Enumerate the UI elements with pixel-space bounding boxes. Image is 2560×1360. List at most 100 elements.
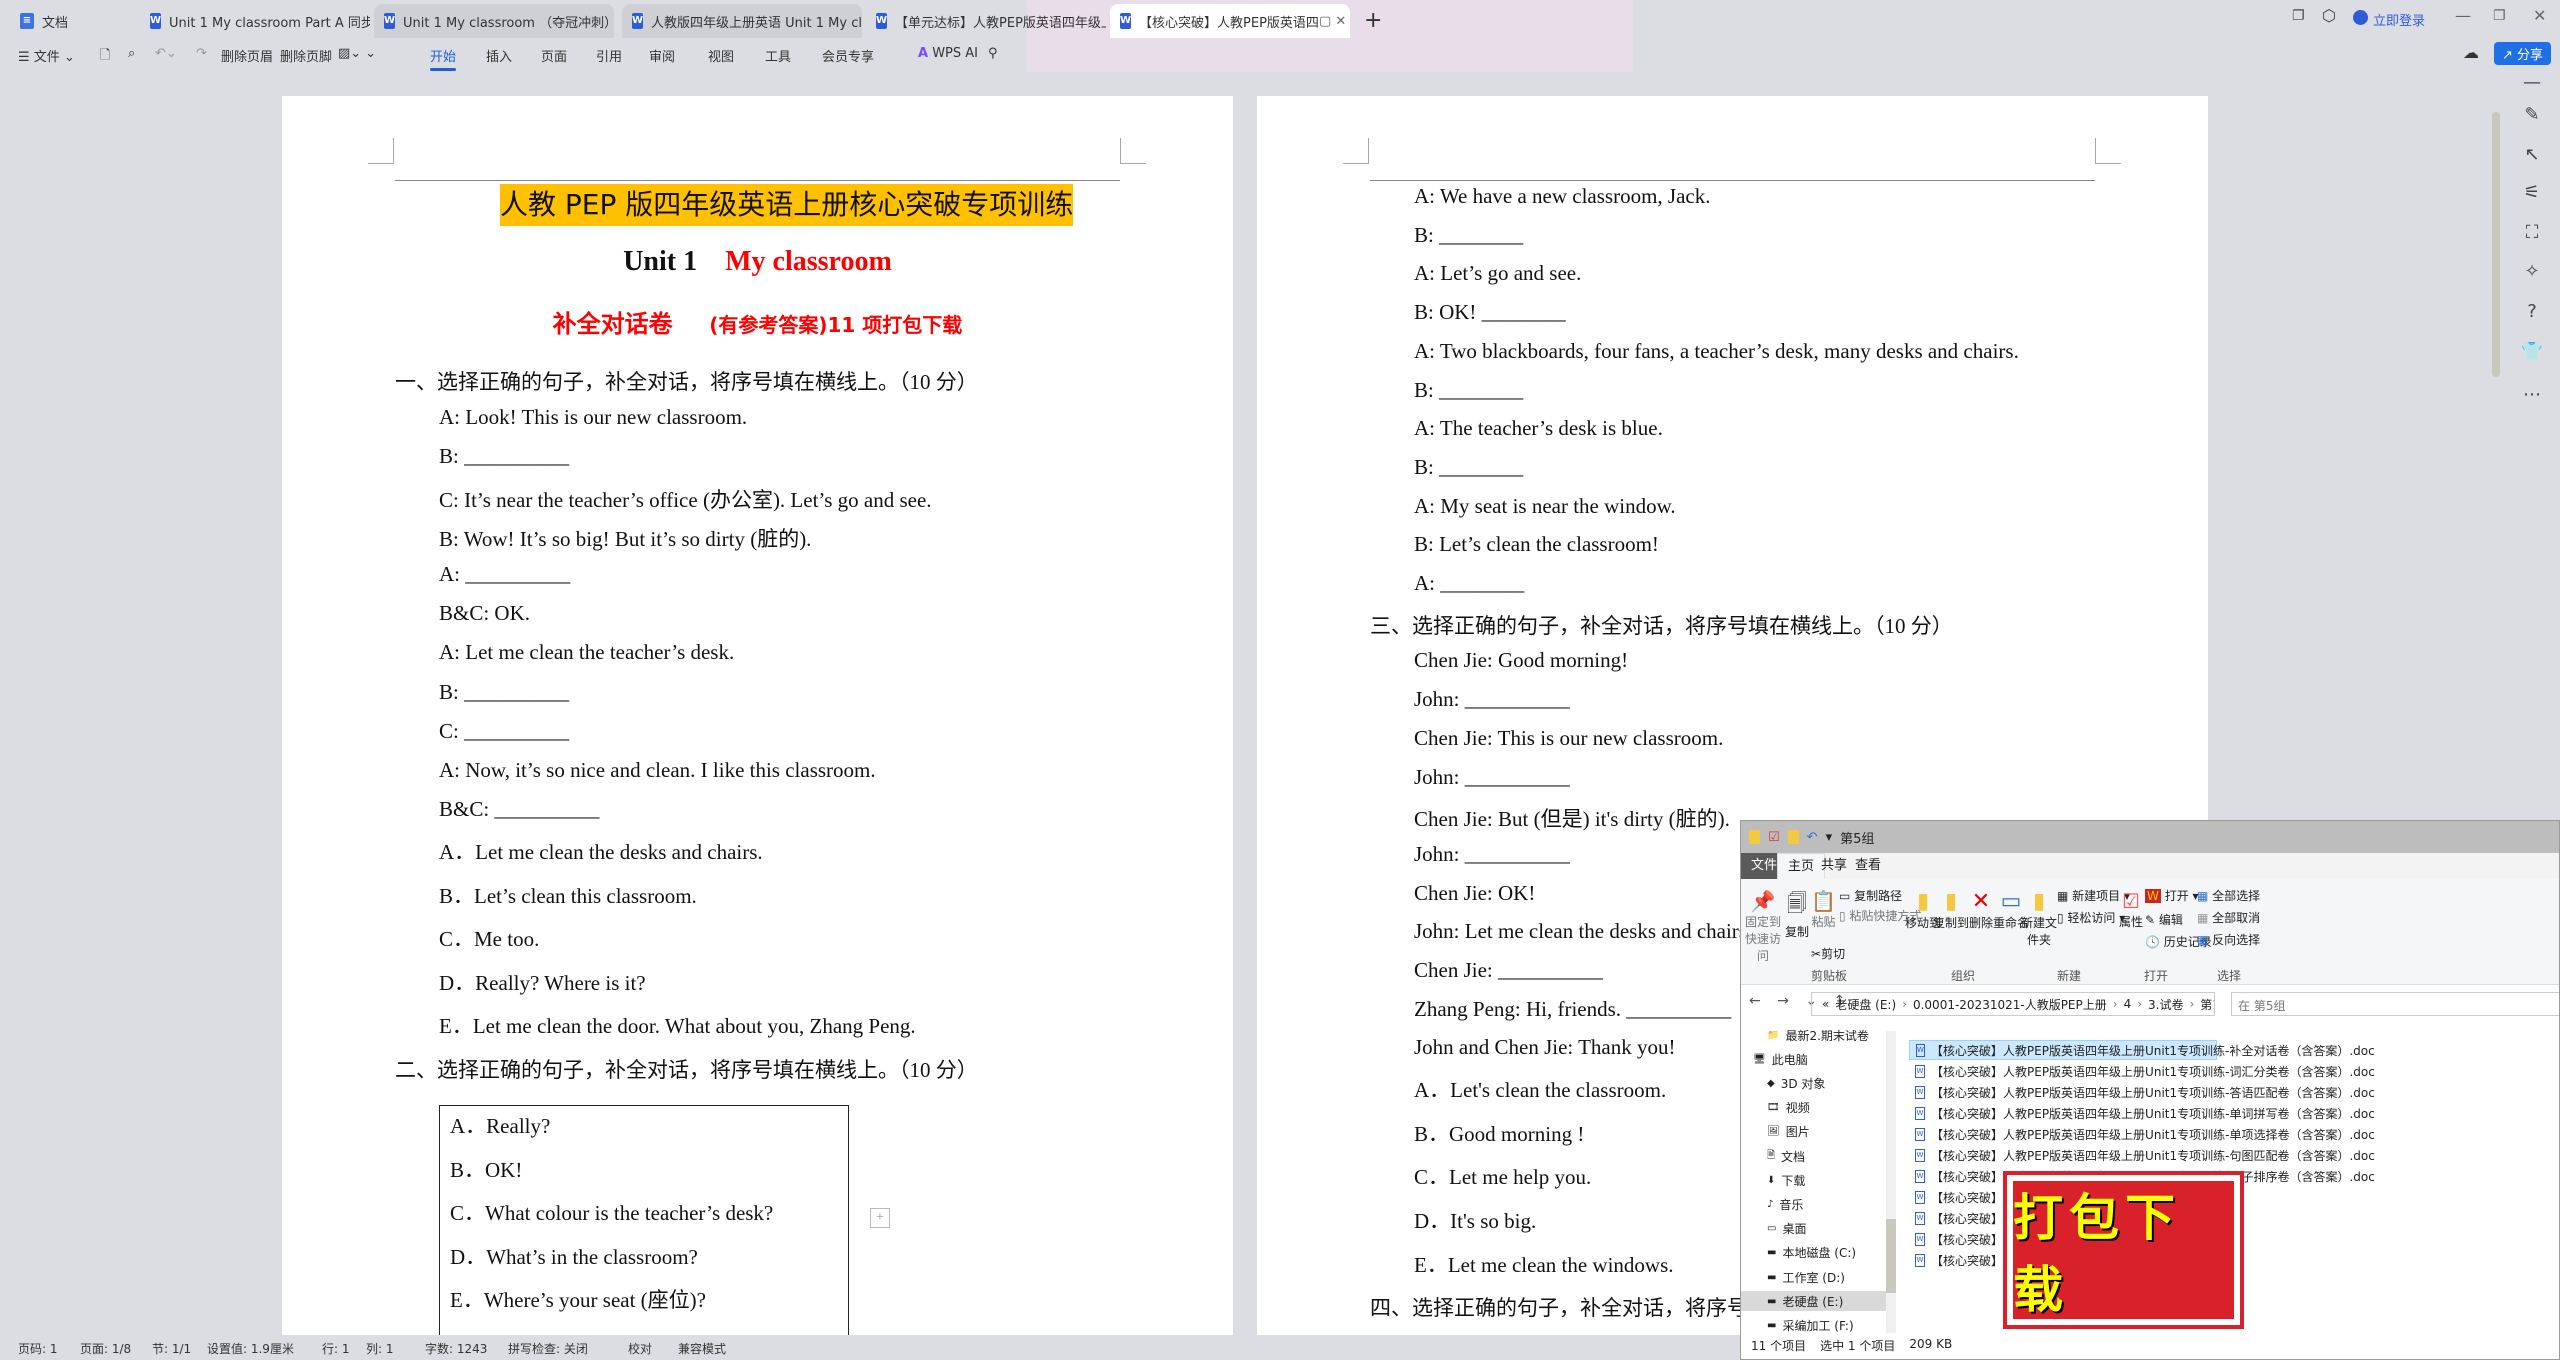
dialogue-line: C: __________ (439, 718, 570, 743)
vertical-scrollbar[interactable] (2492, 112, 2500, 377)
copy-path-button[interactable]: ▭ 复制路径 (1839, 887, 1902, 904)
copy-to-button[interactable]: ▮ 复制到 (1933, 889, 1969, 931)
menu-tab-4[interactable]: 审阅 (649, 46, 675, 65)
file-menu[interactable]: ☰ 文件 ⌄ (18, 46, 75, 65)
new-folder-quick-icon[interactable] (1787, 830, 1799, 844)
select-none-button[interactable]: ▦ 全部取消 (2197, 909, 2260, 926)
nav-item[interactable]: ▬ 老硬盘 (E:) (1741, 1291, 1886, 1312)
share-button[interactable]: ↗ 分享 (2494, 42, 2552, 65)
breadcrumb-item[interactable]: 0.0001-20231021-人教版PEP上册 (1913, 996, 2107, 1013)
nav-item[interactable]: 🗎 文档 (1767, 1146, 1886, 1166)
collapse-icon[interactable]: — (2520, 72, 2544, 93)
nav-label: 本地磁盘 (C:) (1782, 1246, 1857, 1261)
save-icon[interactable]: 🗋 (100, 46, 110, 68)
delete-footer-button[interactable]: 删除页脚 (280, 46, 332, 65)
nav-item[interactable]: 🎞 视频 (1767, 1098, 1886, 1118)
help-icon[interactable]: ? (2520, 301, 2544, 322)
paste-button[interactable]: 📋 粘贴 (1811, 889, 1836, 930)
quick-access-dropdown[interactable]: ▾ (1826, 830, 1833, 845)
minimize-button[interactable]: — (2455, 6, 2471, 25)
menu-tab-5[interactable]: 视图 (708, 46, 734, 65)
edit-button[interactable]: ✎ 编辑 (2145, 911, 2183, 928)
theme-icon[interactable]: 👕 (2520, 341, 2544, 362)
nav-item[interactable]: ▭ 桌面 (1767, 1219, 1886, 1239)
format-painter-icon[interactable]: ⌕ (128, 46, 135, 61)
nav-item[interactable]: ▬ 工作室 (D:) (1767, 1267, 1886, 1287)
tab-2[interactable]: W Unit 1 My classroom （夺冠冲刺） (374, 4, 614, 38)
file-item[interactable]: W 【核心突破】人教PEP版英语四年级上册Unit1专项训练-词汇分类卷（含答案）… (1909, 1061, 2381, 1081)
tab-0[interactable]: ≡ 文档 (10, 4, 140, 38)
copy-button[interactable]: 🗐 复制 (1785, 889, 1809, 940)
file-item[interactable]: W 【核心突破】人教PEP版英语四年级上册Unit1专项训练-单项选择卷（含答案）… (1909, 1124, 2381, 1144)
close-button[interactable]: ✕ (2533, 6, 2546, 25)
breadcrumb-item[interactable]: 4 (2124, 997, 2132, 1011)
tab-5[interactable]: W 【核心突破】人教PEP版英语四 ▢ ✕ (1110, 4, 1350, 38)
cube-icon[interactable]: ⬡ (2322, 6, 2336, 25)
status-item-7[interactable]: 拼写检查: 关闭 (508, 1340, 588, 1357)
pen-icon[interactable]: ✎ (2520, 104, 2544, 125)
file-item[interactable]: W 【核心突破】人教PEP版英语四年级上册Unit1专项训练-答语匹配卷（含答案）… (1909, 1082, 2381, 1102)
nav-item[interactable]: ⬇ 下载 (1767, 1170, 1886, 1190)
nav-item[interactable]: 🖼 图片 (1767, 1122, 1886, 1142)
tools-icon[interactable]: ✧ (2520, 261, 2544, 282)
nav-item[interactable]: 🖥 此电脑 (1753, 1049, 1886, 1069)
add-row-icon[interactable]: + (870, 1208, 890, 1228)
menu-tab-0[interactable]: 开始 (430, 46, 457, 71)
document-page-1[interactable]: 人教 PEP 版四年级英语上册核心突破专项训练 Unit 1 My classr… (282, 96, 1233, 1345)
easy-access-button[interactable]: ▯ 轻松访问 ▾ (2057, 909, 2125, 926)
menu-tab-7[interactable]: 会员专享 (822, 46, 874, 65)
properties-quick-icon[interactable]: ☑ (1768, 830, 1780, 845)
search-icon[interactable]: ⚲ (988, 46, 998, 61)
more-icon[interactable]: ⋯ (2520, 384, 2544, 405)
download-stamp[interactable]: 打包下载 (2003, 1171, 2244, 1329)
cut-button[interactable]: ✂剪切 (1811, 945, 1845, 962)
breadcrumb-item[interactable]: 3.试卷 (2148, 996, 2183, 1013)
menu-tab-3[interactable]: 引用 (596, 46, 622, 65)
avatar[interactable] (2353, 10, 2368, 25)
select-all-button[interactable]: ▦ 全部选择 (2197, 887, 2260, 904)
wps-ai-button[interactable]: A WPS AI (918, 46, 978, 61)
select-icon[interactable]: ↖ (2520, 144, 2544, 165)
address-bar[interactable]: « 老硬盘 (E:) › 0.0001-20231021-人教版PEP上册 › 4 › 3.试… (1811, 992, 2215, 1016)
tab-close-icon[interactable]: ▢ ✕ (1319, 14, 1346, 29)
delete-header-button[interactable]: 删除页眉 (221, 46, 273, 65)
status-item-9[interactable]: 兼容模式 (678, 1340, 726, 1357)
menu-tab-6[interactable]: 工具 (765, 46, 791, 65)
file-item[interactable]: W 【核心突破】人教PEP版英语四年级上册Unit1专项训练-句图匹配卷（含答案）… (1909, 1145, 2381, 1165)
tab-1[interactable]: W Unit 1 My classroom Part A 同步练 (140, 4, 370, 38)
nav-scrollbar[interactable] (1886, 1031, 1896, 1333)
window-layout-icon[interactable]: ❐ (2292, 8, 2305, 24)
tab-3[interactable]: W 人教版四年级上册英语 Unit 1 My cl (622, 4, 862, 38)
redo-icon[interactable]: ↷ (196, 46, 207, 61)
delete-button[interactable]: ✕ 删除 (1969, 889, 1993, 931)
nav-item[interactable]: ♪ 音乐 (1767, 1194, 1886, 1214)
nav-item[interactable]: 📁 最新2.期末试卷 (1767, 1025, 1886, 1045)
nav-item[interactable]: ◆ 3D 对象 (1767, 1073, 1886, 1093)
search-box[interactable]: 在 第5组 (2231, 992, 2559, 1016)
tab-4[interactable]: W 【单元达标】人教PEP版英语四年级上 (866, 4, 1106, 38)
nav-item[interactable]: ▬ 采编加工 (F:) (1767, 1315, 1886, 1333)
cloud-upload-icon[interactable]: ☁ (2463, 43, 2479, 62)
explorer-tab-3[interactable]: 查看 (1845, 853, 1891, 879)
pin-button[interactable]: 📌 固定到快速访问 (1745, 889, 1781, 964)
undo-icon[interactable]: ↶ (1807, 830, 1818, 845)
invert-selection-button[interactable]: ▦ 反向选择 (2197, 931, 2260, 948)
settings-icon[interactable]: ⚟ (2520, 182, 2544, 203)
menu-tab-1[interactable]: 插入 (486, 46, 512, 65)
file-item[interactable]: W 【核心突破】人教PEP版英语四年级上册Unit1专项训练-补全对话卷（含答案）… (1909, 1040, 2375, 1060)
nav-item[interactable]: ▬ 本地磁盘 (C:) (1767, 1243, 1886, 1263)
breadcrumb-item[interactable]: 第1单元 (2200, 996, 2214, 1013)
new-folder-button[interactable]: ▮ 新建文件夹 (2021, 889, 2057, 948)
status-item-8[interactable]: 校对 (628, 1340, 652, 1357)
open-button[interactable]: W 打开 ▾ (2145, 887, 2199, 904)
menu-tab-2[interactable]: 页面 (541, 46, 567, 65)
shirt-icon[interactable]: ⛶ (2520, 222, 2544, 243)
new-tab-button[interactable]: + (1364, 8, 1382, 33)
undo-icon[interactable]: ↶⌄ (155, 46, 177, 61)
restore-button[interactable]: ❐ (2493, 8, 2506, 24)
file-item[interactable]: W 【核心突破】人教PEP版英语四年级上册Unit1专项训练-单词拼写卷（含答案）… (1909, 1103, 2381, 1123)
login-link[interactable]: 立即登录 (2373, 10, 2425, 29)
border-icon[interactable]: ▨⌄ ⌄ (338, 46, 376, 61)
properties-button[interactable]: ☑ 属性 (2119, 889, 2143, 930)
breadcrumb-item[interactable]: 老硬盘 (E:) (1835, 996, 1896, 1013)
